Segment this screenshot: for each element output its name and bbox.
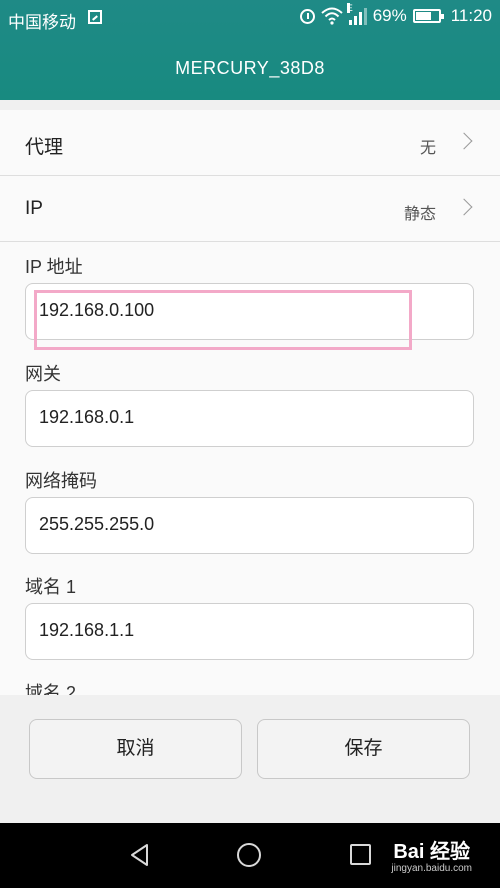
dns1-value: 192.168.1.1: [39, 620, 135, 640]
alarm-icon: [299, 8, 315, 24]
netmask-input[interactable]: 255.255.255.0: [25, 497, 474, 554]
chevron-right-icon: [455, 198, 473, 216]
proxy-value: 无: [419, 140, 436, 157]
ip-address-input[interactable]: 192.168.0.100: [25, 283, 474, 340]
sim-card-icon: [88, 10, 102, 24]
ip-address-label: IP 地址: [25, 257, 83, 277]
proxy-label: 代理: [25, 137, 64, 158]
back-icon[interactable]: [128, 843, 152, 867]
cellular-signal-icon: E: [346, 3, 367, 25]
ip-mode-value: 静态: [403, 206, 436, 223]
home-icon[interactable]: [237, 843, 261, 867]
chevron-right-icon: [455, 132, 473, 150]
proxy-setting-row[interactable]: 代理 无: [0, 110, 500, 176]
carrier-name: 中国移动: [8, 13, 76, 32]
status-bar: 中国移动 E 69% 11:20: [0, 0, 500, 36]
clock: 11:20: [450, 6, 492, 25]
app-bar: 中国移动 E 69% 11:20 MERCURY_38D8: [0, 0, 500, 100]
dns1-label: 域名 1: [25, 577, 77, 597]
battery-percent: 69%: [372, 6, 407, 25]
navigation-bar: Bai 经验 jingyan.baidu.com: [0, 823, 500, 888]
ip-address-value: 192.168.0.100: [39, 300, 155, 320]
page-title: MERCURY_38D8: [175, 58, 325, 78]
gateway-value: 192.168.0.1: [39, 407, 135, 427]
gateway-input[interactable]: 192.168.0.1: [25, 390, 474, 447]
netmask-value: 255.255.255.0: [39, 514, 155, 534]
gateway-label: 网关: [25, 364, 61, 384]
watermark-brand: Bai 经验: [393, 841, 470, 863]
battery-level: [415, 12, 431, 20]
wifi-icon: [321, 7, 343, 25]
ip-label: IP: [25, 198, 43, 219]
cancel-button[interactable]: 取消: [29, 719, 242, 779]
action-bar: 取消 保存: [0, 695, 500, 823]
netmask-label: 网络掩码: [25, 471, 97, 491]
watermark-url: jingyan.baidu.com: [391, 863, 472, 874]
battery-icon: [412, 9, 444, 23]
ip-setting-row[interactable]: IP 静态: [0, 176, 500, 242]
signal-type-label: E: [346, 3, 353, 13]
status-indicators: E 69% 11:20: [299, 3, 492, 26]
save-button[interactable]: 保存: [257, 719, 470, 779]
network-settings-panel: 代理 无 IP 静态 IP 地址 192.168.0.100 网关 192.16…: [0, 110, 500, 695]
dns1-input[interactable]: 192.168.1.1: [25, 603, 474, 660]
recent-apps-icon[interactable]: [350, 844, 371, 865]
dns2-label: 域名 2: [25, 683, 77, 695]
